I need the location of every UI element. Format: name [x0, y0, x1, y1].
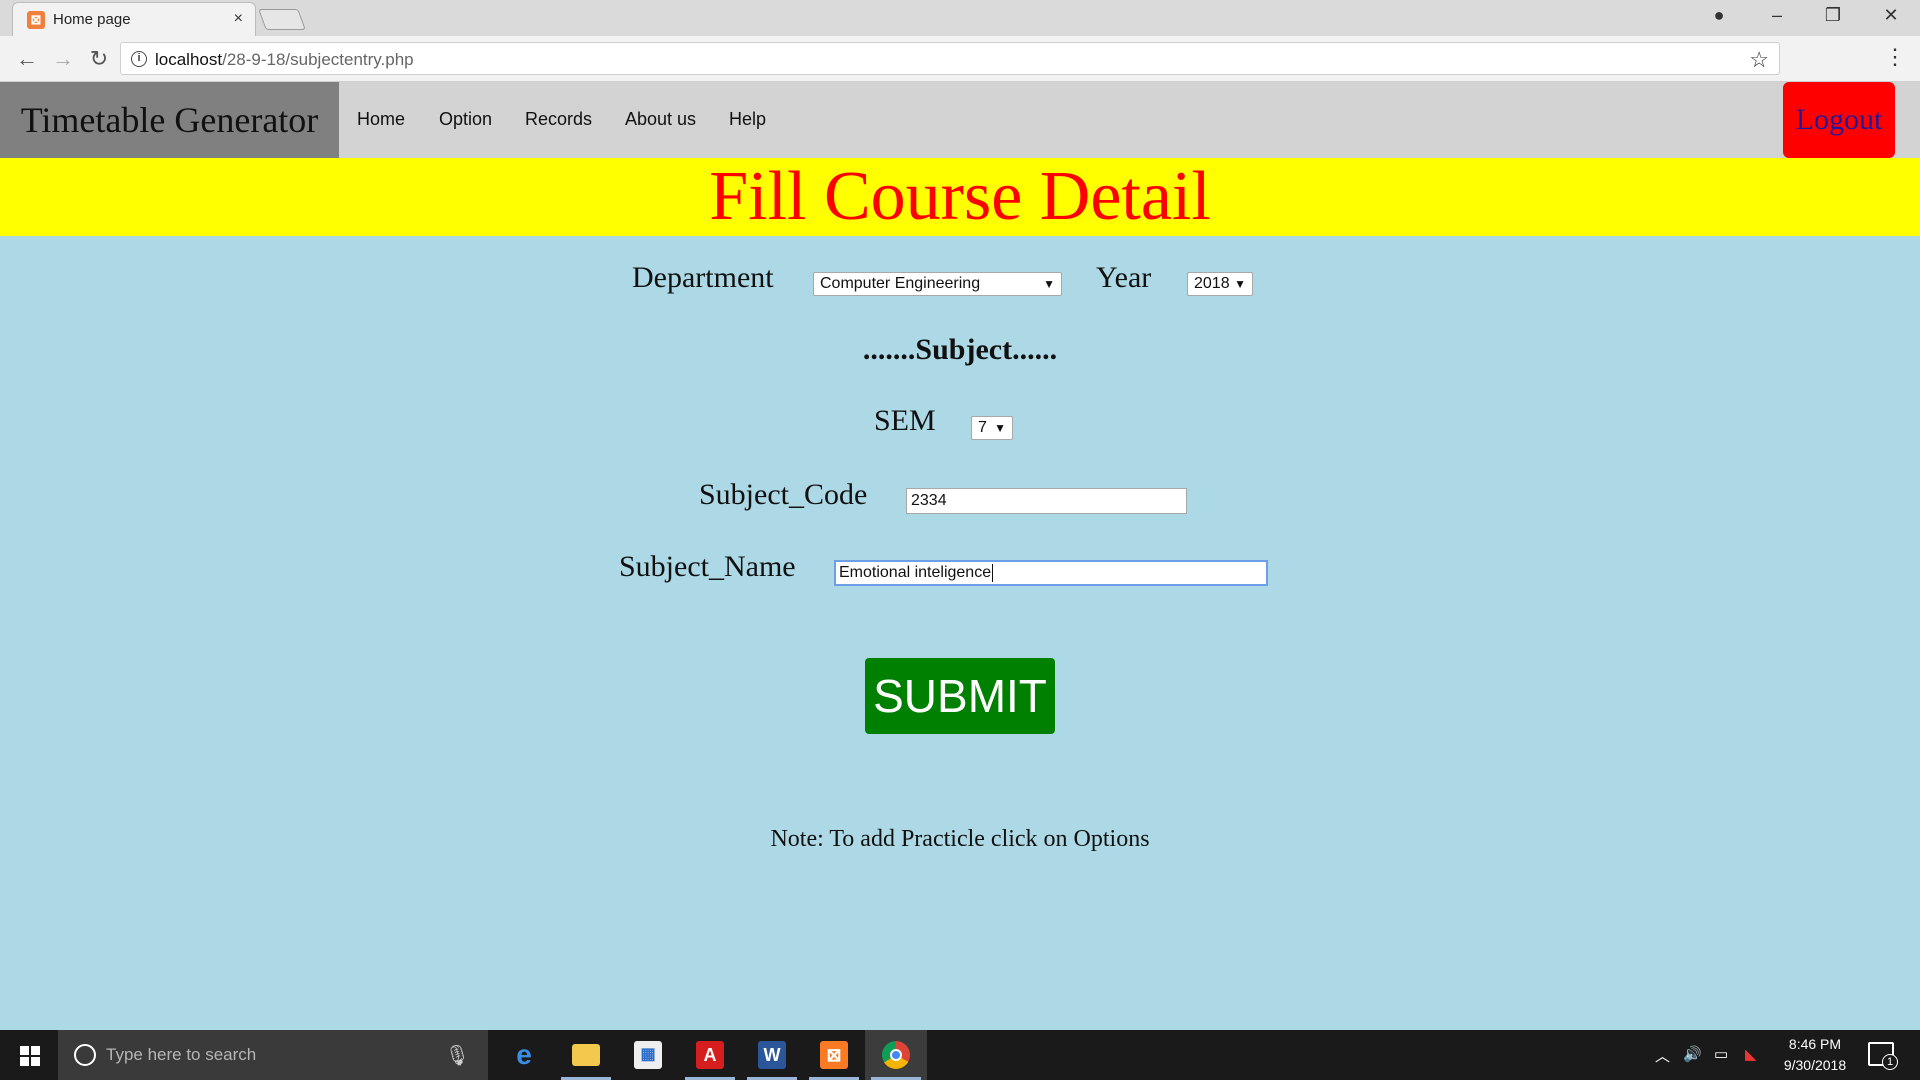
- subject-code-input[interactable]: 2334: [906, 488, 1187, 514]
- clock-date: 9/30/2018: [1783, 1057, 1847, 1073]
- notification-count: 1: [1882, 1054, 1898, 1070]
- dropdown-arrow-icon: ▼: [994, 421, 1006, 435]
- new-tab-button[interactable]: [258, 9, 306, 30]
- info-icon[interactable]: i: [131, 51, 147, 67]
- reload-icon[interactable]: ↻: [84, 46, 114, 72]
- start-button[interactable]: [0, 1030, 58, 1080]
- sem-label: SEM: [874, 404, 936, 437]
- subject-name-label: Subject_Name: [619, 550, 796, 583]
- url-host: localhost: [155, 50, 223, 69]
- close-icon[interactable]: ×: [234, 10, 243, 28]
- xampp-icon: ⊠: [27, 11, 45, 29]
- logout-button[interactable]: Logout: [1783, 82, 1895, 158]
- subject-name-input[interactable]: Emotional inteligence: [834, 560, 1268, 586]
- taskbar-clock[interactable]: 8:46 PM 9/30/2018: [1770, 1034, 1860, 1076]
- site-navbar: Timetable Generator Home Option Records …: [0, 82, 1920, 158]
- chrome-icon[interactable]: [865, 1030, 927, 1080]
- year-select[interactable]: 2018 ▼: [1187, 272, 1253, 296]
- taskbar-search[interactable]: Type here to search 🎙: [58, 1030, 488, 1080]
- year-value: 2018: [1194, 275, 1230, 292]
- note-text: Note: To add Practicle click on Options: [770, 826, 1150, 852]
- windows-logo-icon: [20, 1046, 40, 1066]
- department-select[interactable]: Computer Engineering ▼: [813, 272, 1062, 296]
- nav-home[interactable]: Home: [357, 109, 405, 130]
- browser-menu-icon[interactable]: ⋮: [1884, 44, 1906, 70]
- site-brand[interactable]: Timetable Generator: [0, 82, 339, 158]
- sem-value: 7: [978, 419, 987, 436]
- forward-icon[interactable]: →: [48, 46, 78, 72]
- clock-time: 8:46 PM: [1788, 1036, 1842, 1052]
- xampp-icon[interactable]: ⊠: [803, 1030, 865, 1080]
- window-close-icon[interactable]: ✕: [1876, 5, 1906, 26]
- address-bar[interactable]: i localhost/28-9-18/subjectentry.php ☆: [120, 42, 1780, 75]
- browser-toolbar: ← → ↻ i localhost/28-9-18/subjectentry.p…: [0, 36, 1920, 82]
- network-icon[interactable]: ◣: [1745, 1045, 1757, 1063]
- subject-name-value: Emotional inteligence: [839, 564, 992, 581]
- file-explorer-icon[interactable]: [555, 1030, 617, 1080]
- nav-about-us[interactable]: About us: [625, 109, 696, 130]
- tab-title: Home page: [53, 11, 131, 28]
- department-value: Computer Engineering: [820, 275, 981, 292]
- back-icon[interactable]: ←: [12, 46, 42, 72]
- department-label: Department: [632, 261, 774, 294]
- show-hidden-icons-icon[interactable]: ︿: [1655, 1045, 1670, 1066]
- bookmark-star-icon[interactable]: ☆: [1749, 47, 1769, 73]
- sem-select[interactable]: 7 ▼: [971, 416, 1013, 440]
- restore-icon[interactable]: ❐: [1818, 5, 1848, 26]
- heading-banner: Fill Course Detail: [0, 158, 1920, 236]
- dropdown-arrow-icon: ▼: [1234, 277, 1246, 291]
- battery-icon[interactable]: ▭: [1714, 1045, 1728, 1063]
- browser-tab[interactable]: ⊠ Home page ×: [12, 2, 256, 36]
- windows-taskbar: Type here to search 🎙 e ▦ A W ⊠ ︿ 🔊 ▭ ◣ …: [0, 1030, 1920, 1080]
- dropdown-arrow-icon: ▼: [1043, 277, 1055, 291]
- nav-help[interactable]: Help: [729, 109, 766, 130]
- submit-button[interactable]: SUBMIT: [865, 658, 1055, 734]
- text-caret: [992, 563, 994, 582]
- profile-icon[interactable]: ●: [1704, 5, 1734, 26]
- url-path: /28-9-18/subjectentry.php: [222, 50, 414, 69]
- subject-code-value: 2334: [911, 492, 947, 509]
- year-label: Year: [1096, 261, 1152, 294]
- nav-records[interactable]: Records: [525, 109, 592, 130]
- store-icon[interactable]: ▦: [617, 1030, 679, 1080]
- url-text: localhost/28-9-18/subjectentry.php: [155, 50, 414, 70]
- minimize-icon[interactable]: –: [1762, 5, 1792, 26]
- word-icon[interactable]: W: [741, 1030, 803, 1080]
- acrobat-icon[interactable]: A: [679, 1030, 741, 1080]
- subject-code-label: Subject_Code: [699, 478, 868, 511]
- subject-heading: .......Subject......: [862, 333, 1058, 366]
- volume-icon[interactable]: 🔊: [1683, 1045, 1702, 1063]
- page-title: Fill Course Detail: [709, 158, 1211, 235]
- browser-tabbar: ⊠ Home page × ● – ❐ ✕: [0, 0, 1920, 36]
- microphone-icon[interactable]: 🎙: [445, 1043, 470, 1068]
- cortana-icon: [74, 1044, 96, 1066]
- search-placeholder: Type here to search: [106, 1045, 257, 1064]
- edge-icon[interactable]: e: [493, 1030, 555, 1080]
- nav-option[interactable]: Option: [439, 109, 492, 130]
